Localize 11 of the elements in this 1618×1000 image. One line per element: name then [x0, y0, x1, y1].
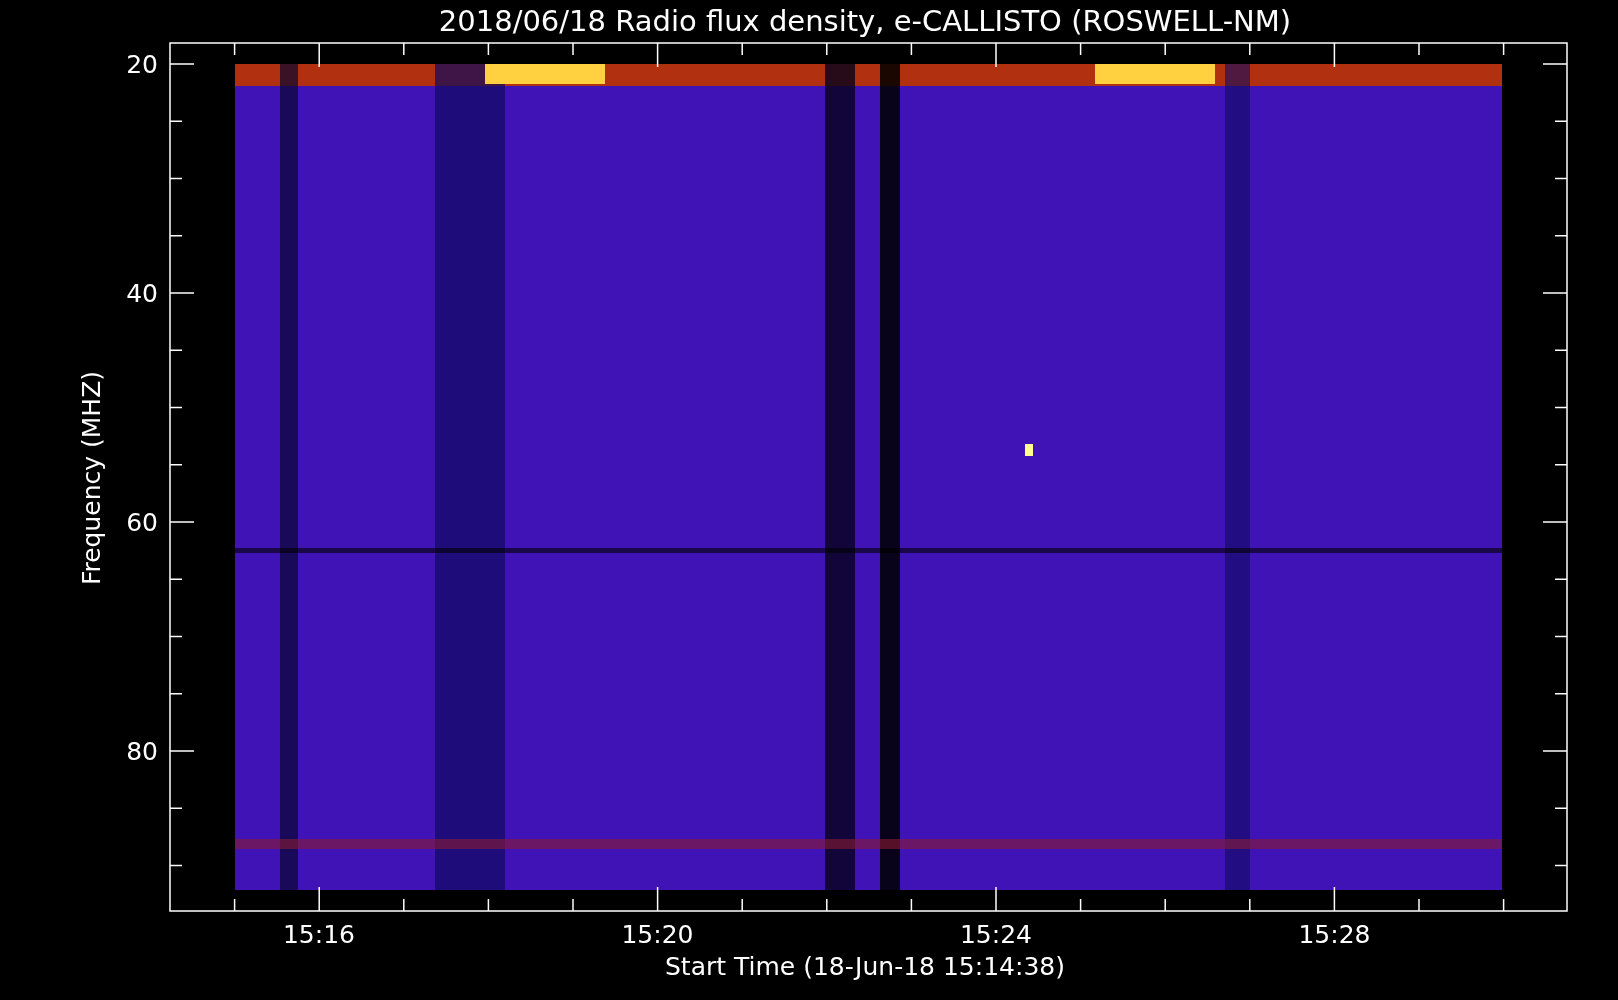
y-tick-label: 40 [126, 279, 158, 308]
x-tick-label: 15:20 [621, 920, 694, 949]
x-tick-label: 15:24 [960, 920, 1032, 949]
x-tick-label: 15:28 [1298, 920, 1371, 949]
y-tick-label: 80 [126, 737, 158, 766]
y-tick-label: 60 [126, 508, 158, 537]
y-axis-label: Frequency (MHZ) [77, 370, 106, 586]
y-tick-label: 20 [126, 50, 158, 79]
x-tick-label: 15:16 [283, 920, 355, 949]
x-axis-label: Start Time (18-Jun-18 15:14:38) [665, 952, 1065, 981]
plot-title: 2018/06/18 Radio flux density, e-CALLISTO (ROSWELL-NM) [438, 4, 1292, 38]
